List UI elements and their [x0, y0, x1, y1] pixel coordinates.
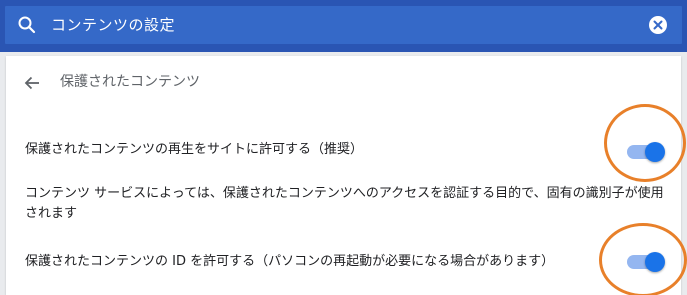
setting-description: コンテンツ サービスによっては、保護されたコンテンツへのアクセスを認証する目的で… [25, 186, 664, 221]
toggle-allow-id[interactable] [627, 252, 665, 272]
clear-icon [653, 20, 663, 30]
toggle-knob [645, 142, 665, 162]
protected-content-card: 保護されたコンテンツ 保護されたコンテンツの再生をサイトに許可する（推奨） コン… [6, 56, 681, 295]
search-input[interactable]: コンテンツの設定 [51, 15, 175, 35]
back-button[interactable] [22, 73, 42, 93]
setting-label-allow-playback: 保護されたコンテンツの再生をサイトに許可する（推奨） [25, 142, 364, 157]
toggle-knob [645, 252, 665, 272]
page-title: 保護されたコンテンツ [60, 74, 200, 90]
search-icon[interactable] [17, 15, 37, 35]
arrow-back-icon [24, 76, 39, 90]
top-toolbar: コンテンツの設定 [0, 0, 687, 52]
clear-search-button[interactable] [649, 16, 667, 34]
search-field[interactable]: コンテンツの設定 [5, 6, 682, 44]
settings-window: コンテンツの設定 保護されたコンテンツ 保護されたコンテンツの再生をサイトに許可… [0, 0, 687, 295]
setting-label-allow-id: 保護されたコンテンツの ID を許可する（パソコンの再起動が必要になる場合があり… [25, 254, 555, 269]
toggle-allow-playback[interactable] [627, 142, 665, 162]
